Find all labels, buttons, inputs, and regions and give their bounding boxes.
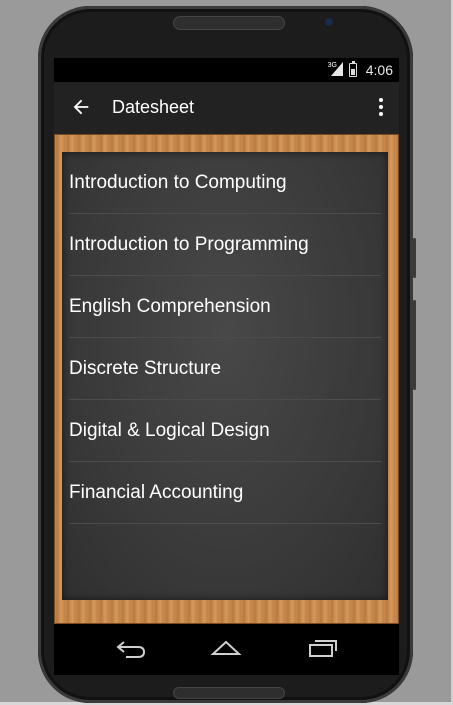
navigation-bar bbox=[54, 624, 399, 675]
list-item[interactable]: English Comprehension bbox=[69, 276, 381, 338]
nav-back-icon[interactable] bbox=[114, 636, 148, 660]
nav-recents-icon[interactable] bbox=[306, 636, 340, 660]
app-bar: Datesheet bbox=[54, 82, 399, 134]
arrow-back-icon[interactable] bbox=[70, 96, 92, 118]
phone-screen: 3G 4:06 Datesheet Introduction to Comput… bbox=[54, 58, 399, 675]
list-item[interactable]: Discrete Structure bbox=[69, 338, 381, 400]
bottom-speaker bbox=[173, 687, 285, 699]
list-item[interactable]: Introduction to Computing bbox=[69, 152, 381, 214]
volume-button[interactable] bbox=[413, 238, 416, 278]
front-camera bbox=[325, 18, 333, 26]
list-item[interactable]: Digital & Logical Design bbox=[69, 400, 381, 462]
battery-icon bbox=[349, 61, 357, 77]
power-button[interactable] bbox=[413, 300, 416, 390]
signal-icon bbox=[331, 62, 343, 76]
more-vert-icon[interactable] bbox=[377, 96, 385, 118]
list-item[interactable]: Introduction to Programming bbox=[69, 214, 381, 276]
nav-home-icon[interactable] bbox=[209, 636, 243, 660]
status-time: 4:06 bbox=[365, 62, 393, 78]
chalkboard: Introduction to Computing Introduction t… bbox=[62, 152, 388, 600]
status-bar: 3G 4:06 bbox=[54, 58, 399, 82]
top-speaker bbox=[173, 16, 285, 30]
page-title: Datesheet bbox=[112, 97, 195, 117]
course-list: Introduction to Computing Introduction t… bbox=[62, 152, 388, 524]
list-item[interactable]: Financial Accounting bbox=[69, 462, 381, 524]
wood-frame: Introduction to Computing Introduction t… bbox=[54, 134, 399, 624]
